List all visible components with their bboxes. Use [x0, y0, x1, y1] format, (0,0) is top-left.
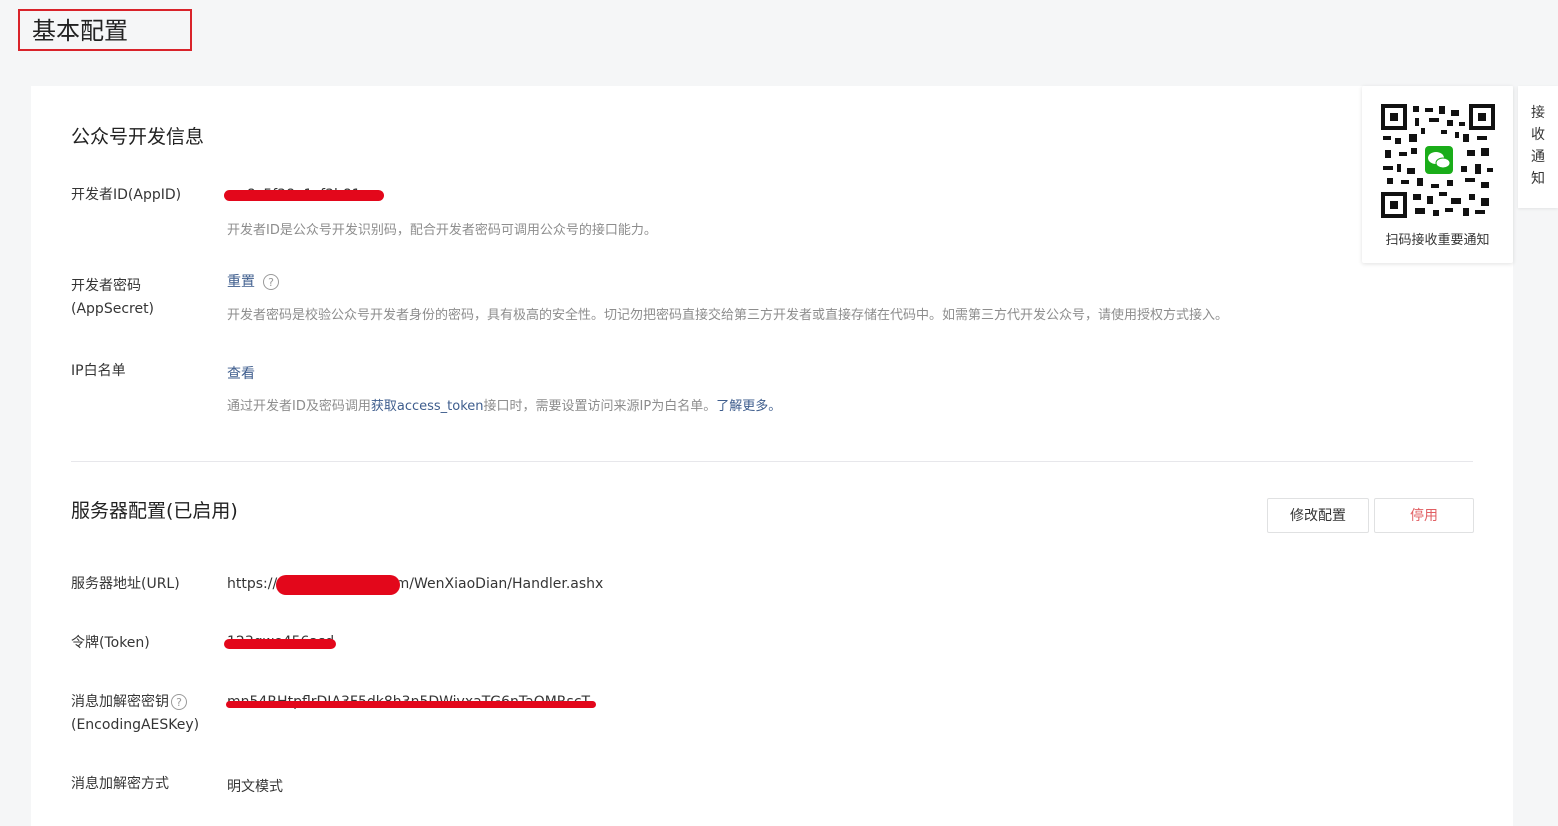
help-icon[interactable]: ? [263, 274, 279, 290]
appsecret-label: 开发者密码 (AppSecret) [71, 275, 154, 321]
aeskey-redaction [226, 701, 596, 708]
notify-tab-char: 通 [1531, 149, 1545, 165]
aeskey-label-line1: 消息加解密密钥? [71, 691, 199, 714]
token-label: 令牌(Token) [71, 635, 150, 651]
appsecret-label-line2: (AppSecret) [71, 301, 155, 317]
learn-more-link[interactable]: 了解更多。 [716, 399, 781, 414]
help-icon[interactable]: ? [171, 694, 187, 710]
token-redaction [224, 639, 336, 649]
url-label: 服务器地址(URL) [71, 576, 180, 592]
config-card: 公众号开发信息 开发者ID(AppID) wx8c5f38a1cf3b81ea … [31, 86, 1513, 826]
appsecret-label-line1: 开发者密码 [71, 278, 141, 294]
appid-label: 开发者ID(AppID) [71, 187, 182, 203]
access-token-link[interactable]: 获取access_token [371, 399, 484, 414]
url-redaction [276, 575, 400, 595]
encrypt-mode-label: 消息加解密方式 [71, 776, 169, 792]
appsecret-desc: 开发者密码是校验公众号开发者身份的密码，具有极高的安全性。切记勿把密码直接交给第… [227, 308, 1229, 323]
page-title: 基本配置 [18, 9, 192, 51]
encrypt-mode-value: 明文模式 [227, 779, 283, 795]
ip-desc-prefix: 通过开发者ID及密码调用 [227, 399, 371, 414]
qr-code-icon [1381, 104, 1495, 218]
reset-secret-link[interactable]: 重置 [227, 274, 255, 290]
server-config-title: 服务器配置(已启用) [71, 500, 238, 522]
section-divider [71, 461, 1473, 462]
appid-redaction [224, 190, 384, 201]
qr-panel: 扫码接收重要通知 [1362, 86, 1513, 263]
notify-tab-char: 知 [1531, 171, 1545, 187]
aeskey-label: 消息加解密密钥? (EncodingAESKey) [71, 691, 199, 737]
dev-info-title: 公众号开发信息 [71, 126, 205, 148]
disable-button[interactable]: 停用 [1374, 498, 1474, 533]
appsecret-value: 重置? [227, 271, 279, 291]
appid-desc: 开发者ID是公众号开发识别码，配合开发者密码可调用公众号的接口能力。 [227, 223, 657, 238]
ip-whitelist-desc: 通过开发者ID及密码调用获取access_token接口时，需要设置访问来源IP… [227, 395, 781, 414]
modify-config-button[interactable]: 修改配置 [1267, 498, 1369, 533]
ip-whitelist-label: IP白名单 [71, 363, 126, 379]
aeskey-label-line2: (EncodingAESKey) [71, 717, 200, 733]
qr-caption: 扫码接收重要通知 [1385, 233, 1490, 248]
ip-desc-middle: 接口时，需要设置访问来源IP为白名单。 [483, 399, 717, 414]
notify-tab[interactable]: 接 收 通 知 [1518, 86, 1558, 208]
notify-tab-char: 接 [1531, 105, 1545, 121]
view-whitelist-link[interactable]: 查看 [227, 363, 255, 383]
notify-tab-char: 收 [1531, 127, 1545, 143]
